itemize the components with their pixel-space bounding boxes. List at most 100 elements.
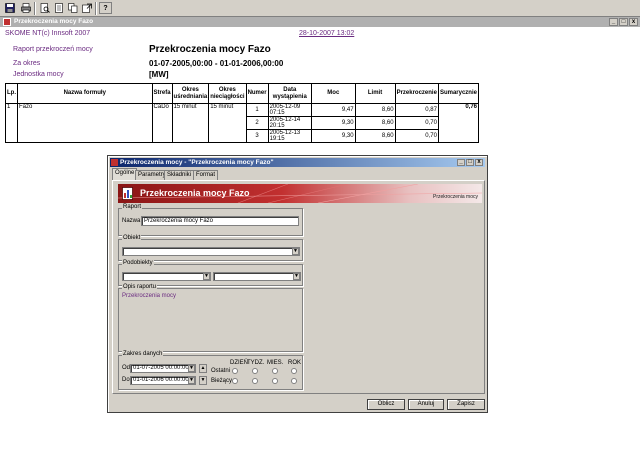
subobject-select-2[interactable]: ▼: [213, 272, 301, 281]
header-formula: Nazwa formuły: [17, 83, 153, 104]
to-date-select[interactable]: 01-01-2006 00:00:00 ▼: [130, 376, 196, 385]
radio-last-month[interactable]: [272, 368, 278, 374]
cell-date: 2005-12-09 07:15: [267, 103, 313, 117]
cell-exceed: 0,70: [394, 129, 439, 143]
radio-last-year[interactable]: [291, 368, 297, 374]
cell-power: 9,30: [311, 116, 356, 130]
cell-number: 1: [245, 103, 269, 117]
radio-current-year[interactable]: [291, 378, 297, 384]
radio-current-month[interactable]: [272, 378, 278, 384]
dialog-minimize-button[interactable]: _: [457, 159, 465, 166]
object-group: Obiekt ▼: [118, 235, 303, 261]
range-group: Zakres danych Od 01-07-2005 00:00:00 ▼ ▲…: [118, 351, 303, 390]
tab-panel-general: Przekroczenia mocy Fazo Przekroczenia mo…: [112, 180, 485, 394]
tab-format[interactable]: Format: [193, 170, 219, 180]
dialog-close-button[interactable]: x: [475, 159, 483, 166]
arrow-up-icon[interactable]: ▲: [199, 364, 207, 373]
last-label: Ostatni: [211, 368, 231, 374]
from-date-select[interactable]: 01-07-2005 00:00:00 ▼: [130, 364, 196, 373]
header-power: Moc: [311, 83, 356, 104]
range-group-label: Zakres danych: [122, 351, 164, 357]
chevron-down-icon[interactable]: ▼: [188, 377, 195, 384]
chevron-down-icon[interactable]: ▼: [188, 365, 195, 372]
cell-number: 3: [245, 129, 269, 143]
report-window-titlebar: Przekroczenia mocy Fazo _ □ x: [0, 17, 640, 27]
cell-total: 0,76: [437, 103, 480, 143]
table-header-row: Lp. Nazwa formuły Strefa Okres uśrednian…: [5, 83, 480, 104]
radio-current-day[interactable]: [232, 378, 238, 384]
period-week-label: TYDZ.: [247, 360, 265, 366]
radio-last-day[interactable]: [232, 368, 238, 374]
name-input[interactable]: Przekroczenia mocy Fazo: [141, 216, 299, 226]
cell-limit: 8,60: [354, 103, 396, 117]
cell-lp: 1: [5, 103, 18, 143]
radio-current-week[interactable]: [252, 378, 258, 384]
header-number: Numer: [245, 83, 269, 104]
radio-last-week[interactable]: [252, 368, 258, 374]
from-date-value: 01-07-2005 00:00:00: [133, 365, 189, 371]
cell-limit: 8,60: [354, 116, 396, 130]
save-button[interactable]: Zapisz: [447, 399, 485, 410]
arrow-down-icon[interactable]: ▼: [199, 376, 207, 385]
dialog-titlebar[interactable]: Przekroczenia mocy - "Przekroczenia mocy…: [110, 158, 485, 167]
toolbar-separator: [95, 2, 97, 15]
from-label: Od: [122, 365, 131, 371]
cell-number: 2: [245, 116, 269, 130]
company-label: SKOME NT(c) Innsoft 2007: [5, 30, 91, 37]
app-icon: [3, 18, 11, 26]
report-window-title: Przekroczenia mocy Fazo: [14, 18, 94, 25]
report-table: Lp. Nazwa formuły Strefa Okres uśrednian…: [5, 83, 480, 143]
period-month-label: MIES.: [267, 360, 284, 366]
banner-logo: Przekroczenia mocy: [432, 194, 478, 200]
object-select[interactable]: ▼: [122, 247, 300, 256]
page-setup-icon[interactable]: [52, 2, 65, 14]
period-day-label: DZIEŃ: [230, 360, 248, 366]
chevron-down-icon[interactable]: ▼: [292, 248, 299, 255]
subobject-select-1[interactable]: ▼: [122, 272, 211, 281]
print-icon[interactable]: [19, 2, 32, 14]
export-icon[interactable]: [80, 2, 93, 14]
chevron-down-icon[interactable]: ▼: [293, 273, 300, 280]
subobjects-group: Podobiekty ▼ ▼: [118, 260, 303, 286]
to-date-value: 01-01-2006 00:00:00: [133, 377, 189, 383]
current-label: Bieżący: [211, 378, 233, 384]
header-total: Sumarycznie: [437, 83, 480, 104]
cell-power: 9,30: [311, 129, 356, 143]
help-glyph: ?: [103, 4, 108, 12]
toolbar: ?: [0, 0, 640, 17]
cell-exceed: 0,87: [394, 103, 439, 117]
cell-formula: Fazo: [17, 103, 153, 143]
table-row: 1 Fazo CaDo 15 minut 15 minut 1 2005-12-…: [5, 103, 480, 143]
copy-icon[interactable]: [66, 2, 79, 14]
cell-date: 2005-12-14 20:15: [267, 116, 313, 130]
description-group-label: Opis raportu: [122, 284, 158, 290]
report-banner-icon: [122, 187, 136, 202]
to-label: Do: [122, 377, 130, 383]
cell-date: 2005-12-13 19:15: [267, 129, 313, 143]
tab-general[interactable]: Ogólne: [112, 168, 138, 180]
period-value: 01-07-2005,00:00 - 01-01-2006,00:00: [149, 59, 284, 68]
header-zone: Strefa: [151, 83, 173, 104]
maximize-button[interactable]: □: [619, 18, 628, 26]
header-exceed: Przekroczenie: [394, 83, 439, 104]
calculate-button[interactable]: Oblicz: [367, 399, 405, 410]
cell-dur-period: 15 minut: [208, 103, 247, 143]
unit-value: [MW]: [149, 70, 169, 79]
description-text[interactable]: Przekroczenia mocy: [122, 293, 176, 299]
close-button[interactable]: x: [629, 18, 638, 26]
help-icon[interactable]: ?: [99, 2, 112, 14]
tab-components[interactable]: Składniki: [164, 170, 195, 180]
cancel-button[interactable]: Anuluj: [408, 399, 444, 410]
period-label: Za okres: [13, 60, 41, 67]
dialog-maximize-button[interactable]: □: [466, 159, 474, 166]
header-avg-period: Okres uśredniania: [171, 83, 210, 104]
report-group: Raport Nazwa Przekroczenia mocy Fazo: [118, 204, 303, 236]
header-limit: Limit: [354, 83, 396, 104]
period-year-label: ROK: [288, 360, 302, 366]
save-icon[interactable]: [3, 2, 16, 14]
minimize-button[interactable]: _: [609, 18, 618, 26]
chevron-down-icon[interactable]: ▼: [203, 273, 210, 280]
name-label: Nazwa: [122, 218, 141, 224]
subobjects-group-label: Podobiekty: [122, 260, 154, 266]
print-preview-icon[interactable]: [38, 2, 51, 14]
